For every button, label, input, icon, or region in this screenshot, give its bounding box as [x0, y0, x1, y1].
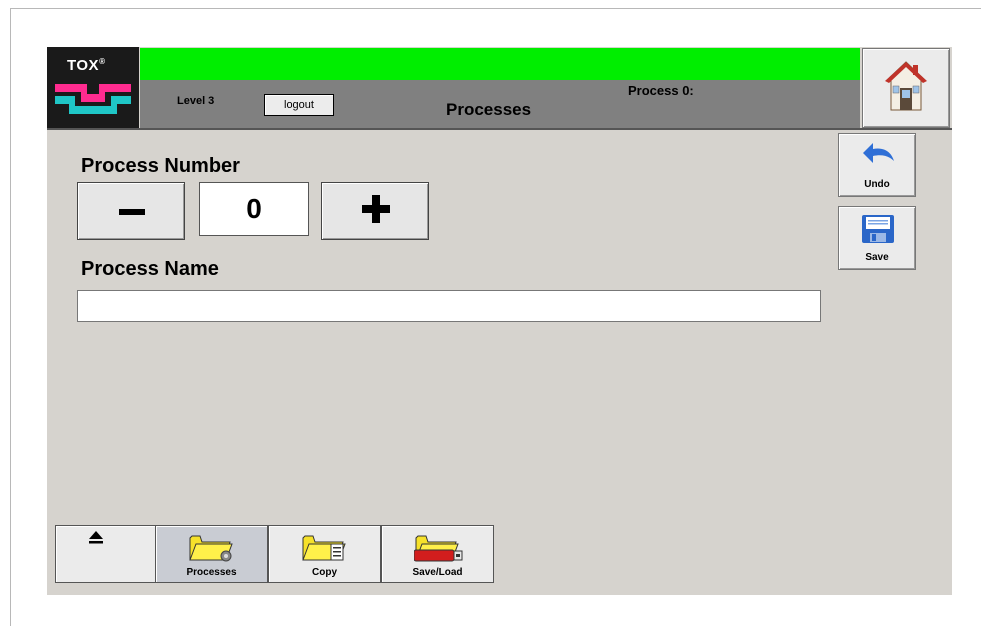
user-level: Level 3	[177, 95, 215, 107]
save-button[interactable]: Save	[838, 206, 916, 270]
tox-logo: TOX®	[47, 47, 139, 129]
process-number-label: Process Number	[81, 155, 240, 177]
undo-button[interactable]: Undo	[838, 133, 916, 197]
current-process-label: Process 0:	[628, 83, 694, 98]
process-name-label: Process Name	[81, 258, 219, 280]
tab-copy[interactable]: Copy	[268, 525, 381, 583]
folder-gear-icon	[189, 535, 233, 562]
increment-button[interactable]	[321, 182, 429, 240]
tab-saveload-label: Save/Load	[412, 567, 463, 578]
page-title: Processes	[446, 100, 532, 119]
home-icon	[885, 61, 927, 111]
tab-processes-label: Processes	[186, 567, 237, 578]
tab-processes[interactable]: Processes	[155, 525, 268, 583]
status-bar	[140, 48, 860, 80]
home-button[interactable]	[862, 48, 950, 128]
tab-copy-label: Copy	[312, 567, 337, 578]
process-name-input[interactable]	[77, 290, 821, 322]
folder-document-icon	[302, 535, 346, 561]
logo-text: TOX®	[67, 57, 106, 74]
logout-button[interactable]: logout	[264, 94, 334, 116]
process-number-display[interactable]: 0	[199, 182, 309, 236]
decrement-button[interactable]	[77, 182, 185, 240]
header-bar: Level 3 logout Process 0: Processes	[140, 80, 860, 129]
tox-logo-icon	[53, 80, 133, 122]
undo-label: Undo	[864, 179, 890, 190]
window-border-top	[10, 8, 981, 9]
tab-saveload[interactable]: Save/Load	[381, 525, 494, 583]
eject-icon	[89, 531, 103, 544]
minus-icon	[119, 209, 145, 215]
window-border-left	[10, 8, 11, 626]
eject-button[interactable]	[55, 525, 156, 583]
save-label: Save	[865, 252, 889, 263]
floppy-disk-icon	[862, 215, 894, 243]
undo-arrow-icon	[863, 143, 894, 163]
folder-usb-icon	[414, 535, 463, 562]
header-divider	[47, 128, 952, 130]
